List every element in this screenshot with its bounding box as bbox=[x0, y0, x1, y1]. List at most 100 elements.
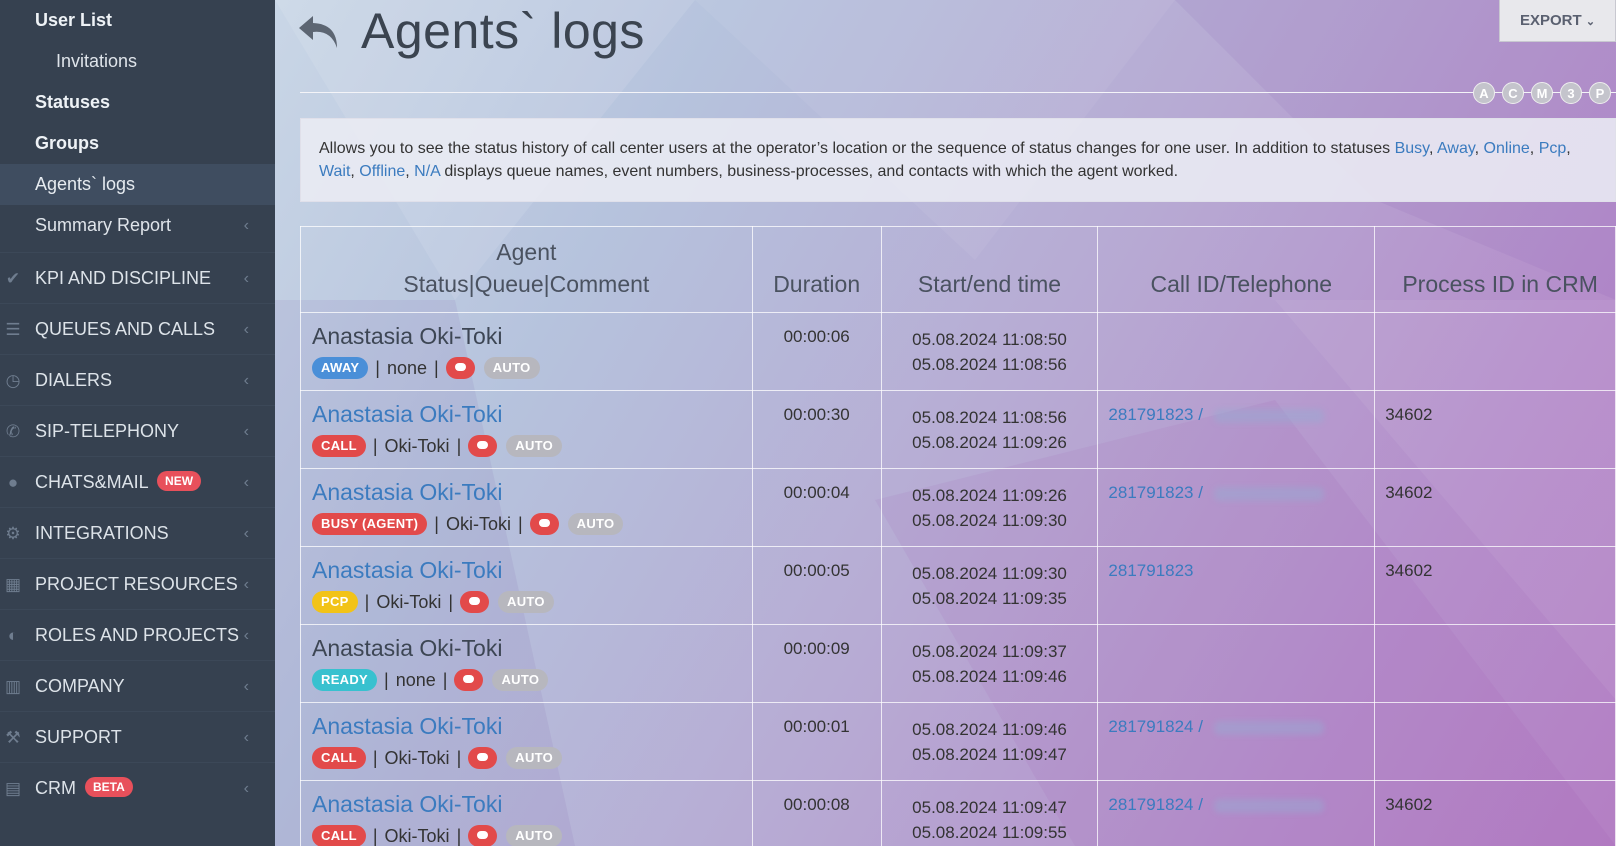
sidebar-menu-label: CHATS&MAIL bbox=[35, 472, 149, 492]
chevron-left-icon: ‹ bbox=[243, 780, 249, 797]
cell-agent: Anastasia Oki-Toki AWAY | none | AUTO bbox=[300, 312, 753, 391]
auto-badge: AUTO bbox=[506, 435, 563, 457]
agent-name[interactable]: Anastasia Oki-Toki bbox=[312, 556, 741, 584]
sidebar-menu-support[interactable]: ⚒ SUPPORT ‹ bbox=[0, 711, 275, 762]
sidebar-menu-roles-and-projects[interactable]: ◐ ROLES AND PROJECTS ‹ bbox=[0, 609, 275, 660]
blurred-phone bbox=[1213, 408, 1324, 423]
status-link-wait[interactable]: Wait bbox=[319, 163, 350, 180]
cell-time: 05.08.2024 11:09:47 05.08.2024 11:09:55 bbox=[880, 780, 1099, 846]
sidebar-item-invitations[interactable]: Invitations bbox=[0, 41, 275, 82]
sidebar-menu-company[interactable]: ▥ COMPANY ‹ bbox=[0, 660, 275, 711]
call-id-link[interactable]: 281791823 / bbox=[1108, 483, 1203, 502]
menu-badge: NEW bbox=[157, 471, 202, 492]
export-button[interactable]: EXPORT ⌄ bbox=[1499, 0, 1616, 42]
status-line: PCP | Oki-Toki | AUTO bbox=[312, 587, 741, 617]
status-link-away[interactable]: Away bbox=[1437, 140, 1475, 157]
cell-duration: 00:00:01 bbox=[751, 702, 882, 781]
blurred-phone bbox=[1213, 798, 1324, 813]
comment-icon[interactable] bbox=[468, 435, 498, 457]
status-link-online[interactable]: Online bbox=[1484, 140, 1530, 157]
sidebar-item-groups[interactable]: Groups bbox=[0, 123, 275, 164]
cell-agent: Anastasia Oki-Toki CALL | Oki-Toki | AUT… bbox=[300, 702, 753, 781]
sidebar-menu-crm[interactable]: ▤ CRM BETA ‹ bbox=[0, 762, 275, 813]
toggle-icon: ◐ bbox=[7, 626, 19, 645]
sidebar-item-label: Groups bbox=[35, 133, 100, 153]
sidebar-menu-dialers[interactable]: ◷ DIALERS ‹ bbox=[0, 354, 275, 405]
sidebar-menu-label: DIALERS bbox=[35, 370, 113, 390]
end-time: 05.08.2024 11:09:47 bbox=[912, 745, 1067, 764]
separator: | bbox=[434, 513, 439, 534]
sidebar-item-label: Invitations bbox=[56, 51, 138, 71]
sidebar-menu-integrations[interactable]: ⚙ INTEGRATIONS ‹ bbox=[0, 507, 275, 558]
cell-time: 05.08.2024 11:09:26 05.08.2024 11:09:30 bbox=[880, 468, 1099, 547]
separator: | bbox=[434, 357, 439, 378]
status-line: BUSY (AGENT) | Oki-Toki | AUTO bbox=[312, 509, 741, 539]
back-arrow-icon[interactable] bbox=[297, 12, 343, 52]
sidebar-item-statuses[interactable]: Statuses bbox=[0, 82, 275, 123]
comment-icon[interactable] bbox=[468, 825, 498, 846]
info-text: displays queue names, event numbers, bus… bbox=[439, 163, 1179, 180]
grid-icon: ▦ bbox=[4, 575, 22, 594]
cell-agent: Anastasia Oki-Toki BUSY (AGENT) | Oki-To… bbox=[300, 468, 753, 547]
status-badge: PCP bbox=[312, 591, 358, 613]
call-id-link[interactable]: 281791824 / bbox=[1108, 795, 1203, 814]
end-time: 05.08.2024 11:09:55 bbox=[912, 823, 1067, 842]
status-link-pcp[interactable]: Pcp bbox=[1539, 140, 1567, 157]
circle-p[interactable]: P bbox=[1589, 82, 1611, 104]
agent-name[interactable]: Anastasia Oki-Toki bbox=[312, 790, 741, 818]
start-time: 05.08.2024 11:09:37 bbox=[912, 642, 1067, 661]
header-agent-line1: Agent bbox=[496, 239, 557, 265]
agent-name[interactable]: Anastasia Oki-Toki bbox=[312, 712, 741, 740]
header-agent[interactable]: Agent Status|Queue|Comment bbox=[300, 226, 753, 313]
circle-c[interactable]: C bbox=[1502, 82, 1524, 104]
cell-time: 05.08.2024 11:08:50 05.08.2024 11:08:56 bbox=[880, 312, 1099, 391]
comment-icon[interactable] bbox=[460, 591, 490, 613]
cell-time: 05.08.2024 11:09:30 05.08.2024 11:09:35 bbox=[880, 546, 1099, 625]
comment-icon[interactable] bbox=[529, 513, 559, 535]
sidebar-menu-label: KPI AND DISCIPLINE bbox=[35, 268, 212, 288]
comment-icon[interactable] bbox=[454, 669, 484, 691]
status-link-na[interactable]: N/A bbox=[414, 163, 440, 180]
sidebar-item-user-list[interactable]: User List bbox=[0, 0, 275, 41]
auto-badge: AUTO bbox=[483, 357, 540, 379]
cell-duration: 00:00:05 bbox=[751, 546, 882, 625]
call-id-link[interactable]: 281791823 / bbox=[1108, 405, 1203, 424]
cell-call: 281791823 / bbox=[1097, 390, 1376, 469]
info-description: Allows you to see the status history of … bbox=[300, 118, 1616, 202]
call-id-link[interactable]: 281791824 / bbox=[1108, 717, 1203, 736]
chevron-left-icon: ‹ bbox=[243, 321, 249, 338]
sidebar-menu-project-resources[interactable]: ▦ PROJECT RESOURCES ‹ bbox=[0, 558, 275, 609]
auto-badge: AUTO bbox=[506, 825, 563, 846]
table-row: Anastasia Oki-Toki AWAY | none | AUTO 00… bbox=[300, 312, 1616, 391]
chevron-left-icon: ‹ bbox=[243, 372, 249, 389]
agent-name[interactable]: Anastasia Oki-Toki bbox=[312, 478, 741, 506]
chevron-left-icon: ‹ bbox=[243, 729, 249, 746]
header-time[interactable]: Start/end time bbox=[880, 226, 1099, 313]
circle-m[interactable]: M bbox=[1531, 82, 1553, 104]
sidebar-menu-kpi-and-discipline[interactable]: ✔ KPI AND DISCIPLINE ‹ bbox=[0, 252, 275, 303]
separator: | bbox=[456, 825, 462, 846]
sidebar-item-label: Summary Report bbox=[35, 215, 172, 235]
sidebar-item-summary-report[interactable]: Summary Report ‹ bbox=[0, 205, 275, 252]
header-process[interactable]: Process ID in CRM bbox=[1374, 226, 1616, 313]
circle-a[interactable]: A bbox=[1473, 82, 1495, 104]
sidebar-menu-queues-and-calls[interactable]: ☰ QUEUES AND CALLS ‹ bbox=[0, 303, 275, 354]
circle-3[interactable]: 3 bbox=[1560, 82, 1582, 104]
header-duration[interactable]: Duration bbox=[751, 226, 882, 313]
status-link-busy[interactable]: Busy bbox=[1395, 140, 1429, 157]
agent-name[interactable]: Anastasia Oki-Toki bbox=[312, 400, 741, 428]
header-call[interactable]: Call ID/Telephone bbox=[1097, 226, 1376, 313]
comment-icon[interactable] bbox=[468, 747, 498, 769]
comment-icon[interactable] bbox=[445, 357, 475, 379]
separator: | bbox=[364, 591, 370, 612]
status-link-offline[interactable]: Offline bbox=[359, 163, 405, 180]
sidebar-menu-label: CRM bbox=[35, 778, 76, 798]
separator: | bbox=[384, 669, 389, 690]
sidebar-menu-chats-mail[interactable]: ● CHATS&MAIL NEW ‹ bbox=[0, 456, 275, 507]
sidebar-item-agents-logs[interactable]: Agents` logs bbox=[0, 164, 275, 205]
call-id-link[interactable]: 281791823 bbox=[1108, 561, 1193, 580]
sidebar-menu-label: INTEGRATIONS bbox=[35, 523, 169, 543]
queue-name: Oki-Toki bbox=[445, 513, 511, 534]
chevron-left-icon: ‹ bbox=[243, 678, 249, 695]
sidebar-menu-sip-telephony[interactable]: ✆ SIP-TELEPHONY ‹ bbox=[0, 405, 275, 456]
